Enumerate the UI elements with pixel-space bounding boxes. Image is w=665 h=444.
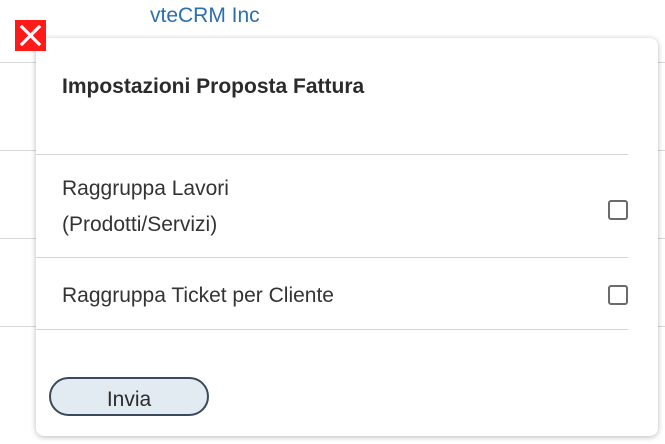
company-name-link[interactable]: vteCRM Inc — [150, 4, 260, 28]
close-x-icon — [19, 24, 42, 47]
dialog-title: Impostazioni Proposta Fattura — [62, 75, 365, 98]
option-label-group-jobs: Raggruppa Lavori (Prodotti/Servizi) — [62, 177, 229, 236]
option-label-group-tickets: Raggruppa Ticket per Cliente — [62, 284, 334, 307]
divider — [36, 257, 628, 258]
invoice-settings-dialog: Impostazioni Proposta Fattura Raggruppa … — [36, 38, 658, 436]
group-jobs-checkbox[interactable] — [608, 200, 628, 220]
divider — [36, 329, 628, 330]
group-tickets-checkbox[interactable] — [608, 285, 628, 305]
close-button[interactable] — [15, 20, 46, 51]
divider — [36, 154, 628, 155]
send-button[interactable]: Invia — [49, 377, 209, 416]
